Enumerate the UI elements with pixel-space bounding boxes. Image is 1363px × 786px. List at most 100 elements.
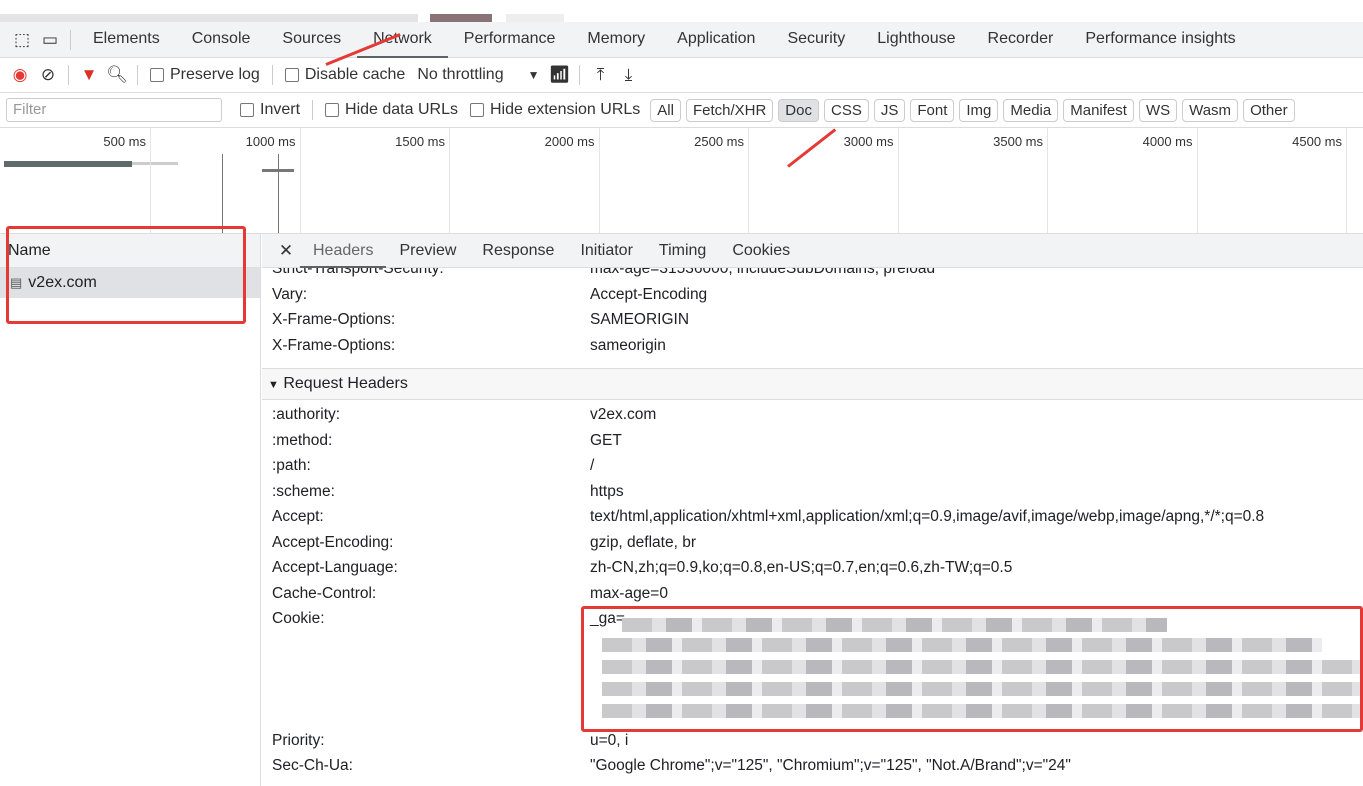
tick-label: 4500 ms	[1292, 134, 1342, 149]
header-row: Accept: text/html,application/xhtml+xml,a…	[262, 504, 1363, 530]
header-row: :path: /	[262, 453, 1363, 479]
detail-tabs: ✕ Headers Preview Response Initiator Timing C…	[262, 234, 1363, 268]
header-name: :path:	[272, 457, 311, 474]
header-row: Accept-Encoding: gzip, deflate, br	[262, 530, 1363, 556]
header-value: sameorigin	[590, 336, 666, 354]
tick-label: 4000 ms	[1142, 134, 1193, 149]
header-value: SAMEORIGIN	[590, 311, 690, 328]
triangle-down-icon: ▼	[268, 379, 279, 391]
tab-elements[interactable]: Elements	[77, 22, 176, 58]
timeline-tick: 4500 ms	[1198, 128, 1347, 233]
divider	[70, 29, 71, 50]
header-value: max-age=31536000; includeSubDomains; pre…	[590, 268, 936, 277]
top-strip	[0, 0, 1363, 22]
network-conditions-icon[interactable]: 📶︎	[545, 61, 573, 89]
detail-tab-cookies[interactable]: Cookies	[719, 234, 803, 268]
network-toolbar: ◉ ⊘ ▼ 🔍︎ Preserve log Disable cache No t…	[0, 58, 1363, 93]
header-value: max-age=0	[590, 584, 668, 602]
record-stop-icon[interactable]: ◉	[6, 61, 34, 89]
filter-type-all[interactable]: All	[650, 98, 681, 122]
header-row: Sec-Ch-Ua: "Google Chrome";v="125", "Chro…	[262, 753, 1363, 779]
tab-lighthouse[interactable]: Lighthouse	[861, 22, 971, 58]
throttling-select[interactable]: No throttling ▼	[417, 66, 539, 84]
timeline-tick: 500 ms	[2, 128, 151, 233]
filter-bar: Filter Invert Hide data URLs Hide extens…	[0, 93, 1363, 128]
inspect-element-icon[interactable]: ⬚	[8, 26, 36, 54]
tab-network[interactable]: Network	[357, 22, 448, 58]
clear-icon[interactable]: ⊘	[34, 61, 62, 89]
tick-label: 3500 ms	[993, 134, 1043, 149]
request-headers-section[interactable]: ▼ Request Headers	[262, 368, 1363, 400]
tick-label: 1500 ms	[395, 134, 445, 149]
devtools-tabbar: ⬚ ▭ Elements Console Sources Network Perform…	[0, 22, 1363, 58]
filter-type-img[interactable]: Img	[959, 98, 999, 122]
header-name: Priority:	[272, 731, 325, 749]
header-value: /	[590, 457, 595, 474]
export-har-icon[interactable]: ⤓	[614, 61, 642, 89]
header-value: "Google Chrome";v="125", "Chromium";v="1…	[590, 757, 1071, 774]
tick-label: 2500 ms	[694, 134, 744, 149]
timeline-tick: 4000 ms	[1049, 128, 1198, 233]
filter-type-font[interactable]: Font	[910, 98, 955, 122]
network-overview-timeline[interactable]: 500 ms 1000 ms 1500 ms 2000 ms 2500 ms 3000 m…	[0, 128, 1363, 234]
filter-type-wasm[interactable]: Wasm	[1182, 98, 1239, 122]
header-value: https	[590, 482, 624, 500]
detail-tab-response[interactable]: Response	[469, 234, 567, 268]
header-name: X-Frame-Options:	[272, 336, 396, 354]
header-row: Cache-Control: max-age=0	[262, 581, 1363, 607]
tab-application[interactable]: Application	[661, 22, 771, 58]
header-name: Strict-Transport-Security:	[272, 268, 444, 277]
filter-type-js[interactable]: JS	[873, 98, 906, 122]
annotation-box-cookie	[581, 606, 1363, 732]
detail-tab-preview[interactable]: Preview	[386, 234, 469, 268]
device-toolbar-icon[interactable]: ▭	[36, 26, 64, 54]
divider	[68, 65, 69, 85]
header-name: Vary:	[272, 285, 308, 303]
hide-data-urls-checkbox[interactable]: Hide data URLs	[325, 101, 458, 119]
header-value: zh-CN,zh;q=0.9,ko;q=0.8,en-US;q=0.7,en;q…	[590, 559, 1013, 576]
invert-checkbox[interactable]: Invert	[240, 101, 300, 119]
header-value: v2ex.com	[590, 406, 657, 423]
filter-type-media[interactable]: Media	[1003, 98, 1059, 122]
header-name: :authority:	[272, 406, 341, 423]
header-value: gzip, deflate, br	[590, 533, 696, 551]
tab-performance-insights[interactable]: Performance insights	[1069, 22, 1251, 58]
timeline-tick: 1000 ms	[152, 128, 301, 233]
detail-tab-timing[interactable]: Timing	[646, 234, 719, 268]
filter-type-fetch-xhr[interactable]: Fetch/XHR	[685, 98, 774, 122]
tab-memory[interactable]: Memory	[571, 22, 661, 58]
timeline-tick: 2500 ms	[600, 128, 749, 233]
tick-label: 500 ms	[103, 134, 146, 149]
header-name: X-Frame-Options:	[272, 311, 396, 328]
import-har-icon[interactable]: ⤒	[586, 61, 614, 89]
disable-cache-checkbox[interactable]: Disable cache	[284, 66, 405, 84]
detail-tab-initiator[interactable]: Initiator	[567, 234, 645, 268]
tab-performance[interactable]: Performance	[448, 22, 572, 58]
tab-sources[interactable]: Sources	[266, 22, 357, 58]
detail-tab-headers[interactable]: Headers	[300, 234, 387, 268]
filter-type-css[interactable]: CSS	[823, 98, 869, 122]
header-value: text/html,application/xhtml+xml,applicat…	[590, 508, 1265, 525]
header-name: Cache-Control:	[272, 584, 377, 602]
filter-icon[interactable]: ▼	[75, 61, 103, 89]
timeline-tick: 3000 ms	[750, 128, 899, 233]
timeline-tick: 1500 ms	[301, 128, 450, 233]
header-name: Accept:	[272, 508, 324, 525]
header-row: :authority: v2ex.com	[262, 402, 1363, 428]
filter-type-doc[interactable]: Doc	[778, 98, 819, 122]
preserve-log-checkbox[interactable]: Preserve log	[150, 66, 260, 84]
close-icon[interactable]: ✕	[272, 237, 300, 265]
search-icon[interactable]: 🔍︎	[103, 61, 131, 89]
timeline-tick: 3500 ms	[899, 128, 1048, 233]
filter-type-other[interactable]: Other	[1243, 98, 1295, 122]
filter-type-ws[interactable]: WS	[1138, 98, 1178, 122]
header-value: Accept-Encoding	[590, 285, 708, 303]
tab-recorder[interactable]: Recorder	[972, 22, 1070, 58]
tab-console[interactable]: Console	[176, 22, 267, 58]
tab-security[interactable]: Security	[771, 22, 861, 58]
hide-extension-urls-checkbox[interactable]: Hide extension URLs	[469, 101, 640, 119]
header-name: Cookie:	[272, 610, 325, 627]
filter-input[interactable]: Filter	[6, 98, 222, 122]
header-row: Accept-Language: zh-CN,zh;q=0.9,ko;q=0.8,…	[262, 555, 1363, 581]
filter-type-manifest[interactable]: Manifest	[1063, 98, 1134, 122]
